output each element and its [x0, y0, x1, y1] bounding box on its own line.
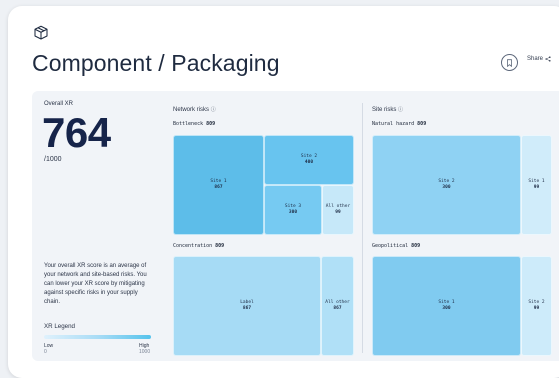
- xr-legend-bar: [44, 335, 151, 339]
- section-divider: [362, 103, 363, 353]
- share-label: Share: [527, 56, 544, 62]
- info-icon[interactable]: ⓘ: [211, 107, 216, 113]
- bookmark-icon: [507, 58, 512, 67]
- treemap-tile[interactable]: Site 2 400: [264, 135, 354, 185]
- treemap-tile[interactable]: All other 867: [321, 256, 354, 356]
- group-label-natural-hazard: Natural hazard 809: [372, 121, 427, 127]
- xr-legend-title: XR Legend: [44, 323, 75, 330]
- site-risks-title: Site risks ⓘ: [372, 106, 403, 113]
- treemap-tile[interactable]: Site 1 99: [521, 135, 552, 235]
- info-icon[interactable]: ⓘ: [398, 107, 403, 113]
- overall-xr-denominator: /1000: [44, 156, 62, 163]
- legend-low-value: 0: [44, 349, 47, 355]
- scores-panel: Overall XR 764 /1000 Your overall XR sco…: [32, 91, 559, 361]
- bookmark-button[interactable]: [501, 54, 518, 71]
- overall-xr-label: Overall XR: [44, 101, 74, 107]
- treemap-tile[interactable]: Site 2 99: [521, 256, 552, 356]
- xr-description: Your overall XR score is an average of y…: [44, 263, 147, 305]
- legend-high-value: 1000: [139, 349, 151, 355]
- group-label-geopolitical: Geopolitical 809: [372, 243, 421, 249]
- network-risks-label: Network risks: [173, 107, 210, 113]
- share-icon: [545, 56, 551, 62]
- package-icon: [34, 25, 48, 40]
- risk-card: Component / Packaging Share Overall XR 7…: [8, 6, 559, 378]
- treemap-tile[interactable]: Site 2 300: [372, 135, 521, 235]
- group-label-bottleneck: Bottleneck 809: [173, 121, 216, 127]
- treemap-tile[interactable]: Site 3 300: [264, 185, 322, 235]
- treemap-tile[interactable]: Label 867: [173, 256, 321, 356]
- site-risks-label: Site risks: [372, 107, 397, 113]
- share-button[interactable]: Share: [527, 56, 551, 62]
- treemap-tile[interactable]: Site 1 300: [372, 256, 521, 356]
- overall-xr-score: 764: [42, 109, 111, 156]
- group-label-concentration: Concentration 809: [173, 243, 225, 249]
- page-title: Component / Packaging: [32, 50, 280, 76]
- treemap-tile[interactable]: All other 99: [322, 185, 354, 235]
- treemap-tile[interactable]: Site 1 867: [173, 135, 264, 235]
- network-risks-title: Network risks ⓘ: [173, 106, 216, 113]
